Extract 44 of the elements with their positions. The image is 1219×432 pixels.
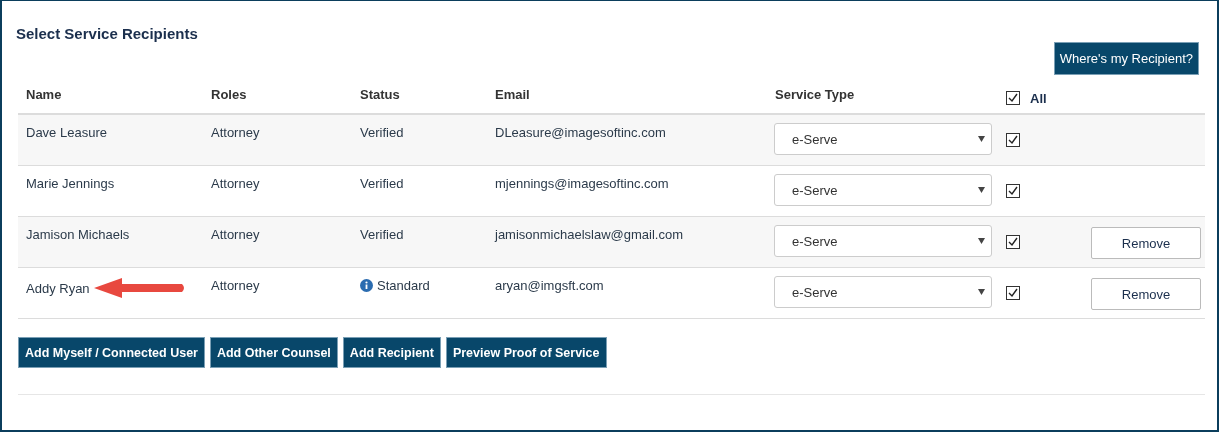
checkbox[interactable] xyxy=(1006,91,1020,105)
status-text: Standard xyxy=(377,278,430,293)
column-header: Roles xyxy=(210,86,247,102)
remove-button[interactable]: Remove xyxy=(1091,278,1201,310)
checkbox[interactable] xyxy=(1006,133,1020,147)
service-type-dropdown[interactable]: e-Serve xyxy=(774,276,992,308)
column-header: Name xyxy=(25,86,62,102)
service-type-dropdown[interactable]: e-Serve xyxy=(774,123,992,155)
caret-icon xyxy=(978,238,985,244)
remove-button[interactable]: Remove xyxy=(1091,227,1201,259)
action-button[interactable]: Add Other Counsel xyxy=(209,337,338,368)
table-cell-text: Attorney xyxy=(210,277,260,293)
table-cell: Addy Ryan xyxy=(26,280,90,296)
table-cell-text: jamisonmichaelslaw@gmail.com xyxy=(493,226,684,242)
caret-icon xyxy=(978,289,985,295)
column-header: Service Type xyxy=(774,86,855,102)
checkbox[interactable] xyxy=(1006,286,1020,300)
checkbox[interactable] xyxy=(1006,235,1020,249)
table-cell-text: Verified xyxy=(359,226,404,242)
table-cell: Dave Leasure xyxy=(26,125,107,140)
table-cell-text: Attorney xyxy=(210,124,260,140)
column-header: Status xyxy=(359,86,400,102)
section-title: Select Service Recipients xyxy=(16,25,198,42)
caret-icon xyxy=(978,187,985,193)
table-cell: Marie Jennings xyxy=(26,176,115,191)
action-button[interactable]: Add Recipient xyxy=(342,337,441,368)
table-cell-text: Verified xyxy=(359,175,404,191)
service-type-dropdown[interactable]: e-Serve xyxy=(774,174,992,206)
table-cell-text: Verified xyxy=(359,124,404,140)
column-header: Email xyxy=(494,86,530,102)
action-button[interactable]: Preview Proof of Service xyxy=(445,337,607,368)
service-type-dropdown[interactable]: e-Serve xyxy=(774,225,992,257)
column-header: All xyxy=(1030,90,1047,106)
help-button[interactable]: Where's my Recipient? xyxy=(1053,42,1199,75)
action-button[interactable]: Add Myself / Connected User xyxy=(18,337,205,368)
table-cell: Jamison Michaels xyxy=(26,227,130,242)
table-cell-text: Attorney xyxy=(210,226,260,242)
table-cell-text: DLeasure@imagesoftinc.com xyxy=(494,124,666,140)
table-cell-text: aryan@imgsft.com xyxy=(494,277,604,293)
table-cell-text: mjennings@imagesoftinc.com xyxy=(494,175,669,191)
checkbox[interactable] xyxy=(1006,184,1020,198)
table-cell-text: Attorney xyxy=(210,175,260,191)
info-icon xyxy=(360,279,373,292)
caret-icon xyxy=(978,136,985,142)
